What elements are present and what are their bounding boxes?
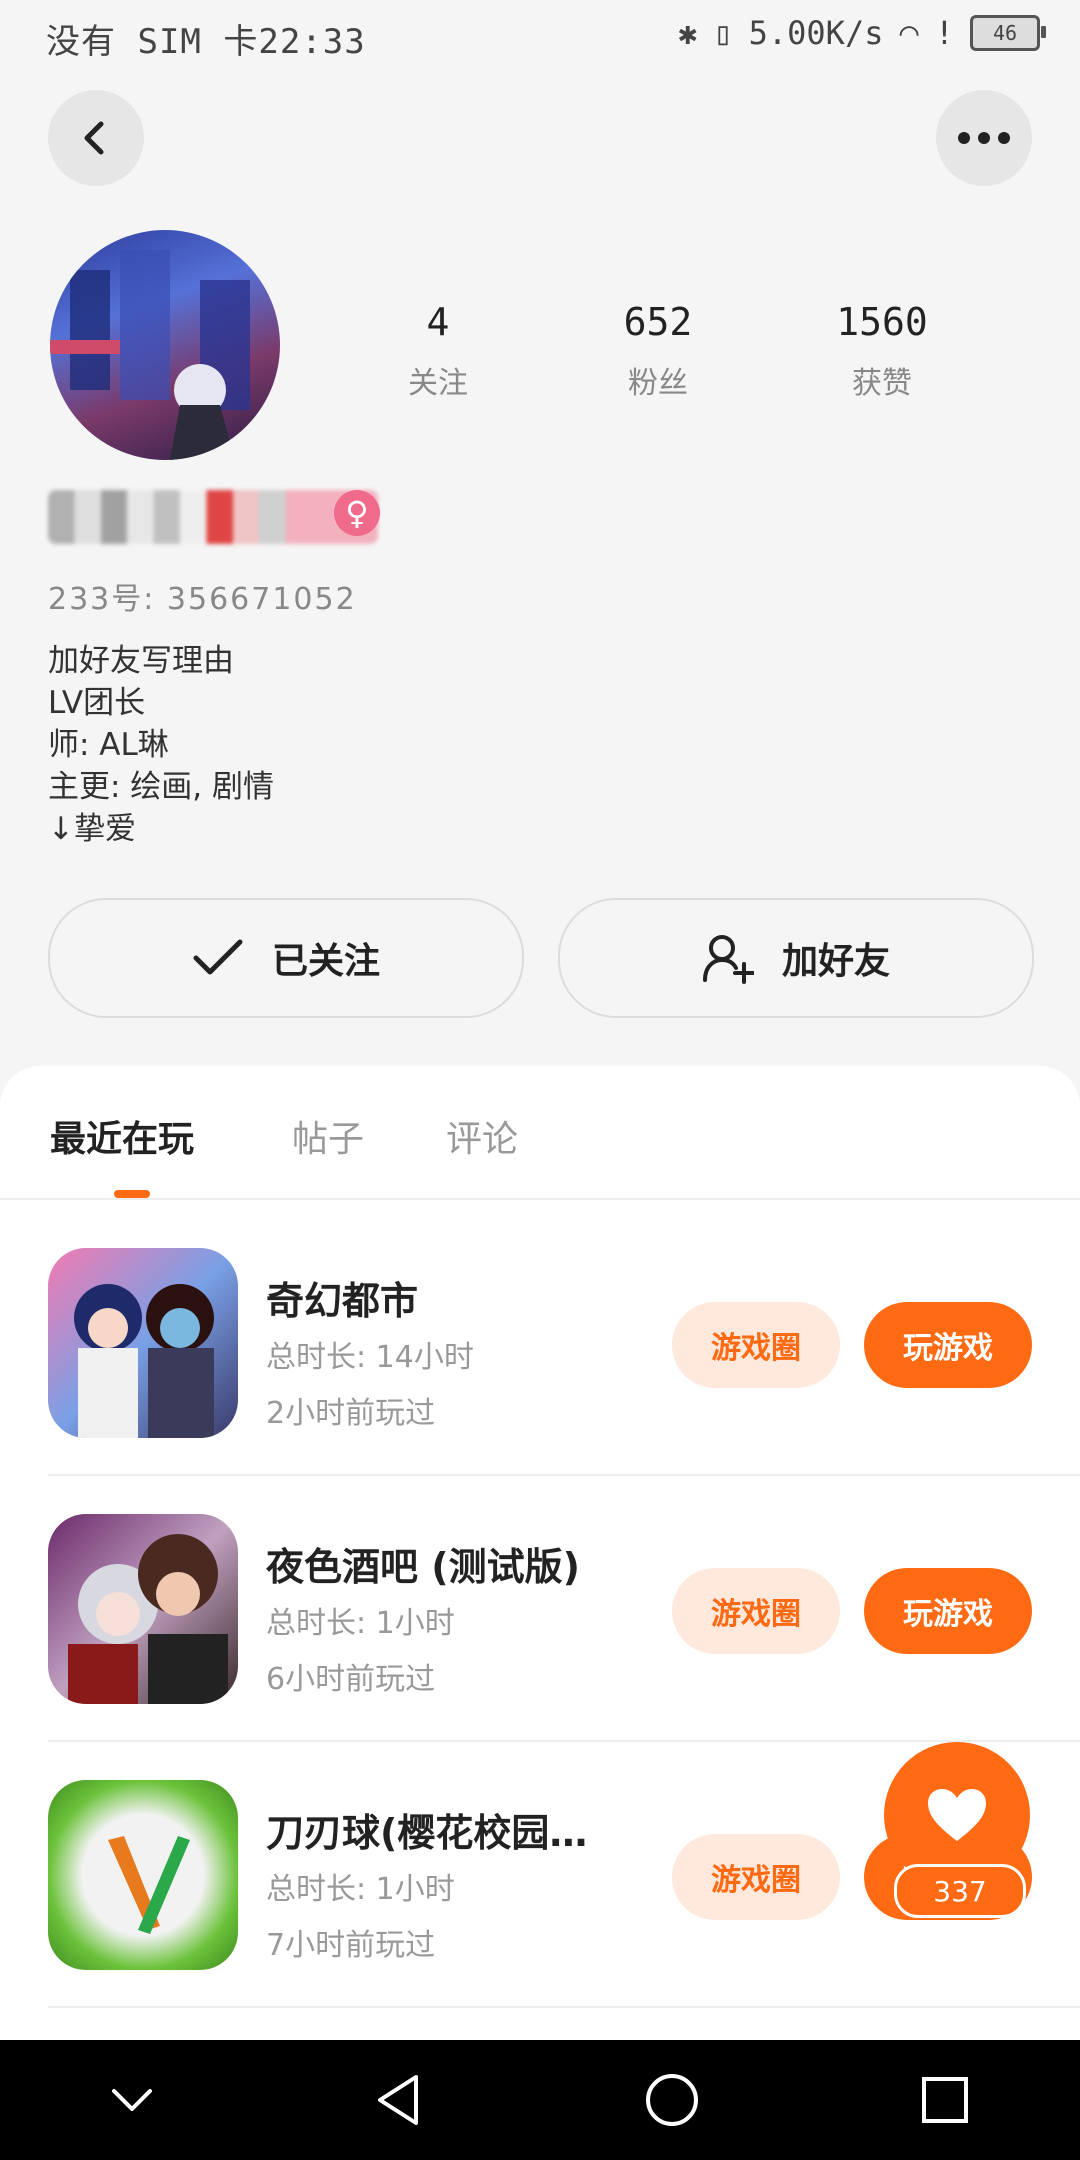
system-nav-bar — [0, 2040, 1080, 2160]
game-icon — [48, 1780, 238, 1970]
game-icon-art — [74, 1284, 214, 1438]
game-circle-button[interactable]: 游戏圈 — [672, 1834, 840, 1920]
followed-button-label: 已关注 — [271, 941, 380, 982]
stat-likes[interactable]: 1560 获赞 — [802, 300, 962, 402]
status-carrier-time: 没有 SIM 卡22:33 — [46, 22, 366, 62]
game-last-played: 6小时前玩过 — [266, 1662, 436, 1697]
play-game-button[interactable]: 玩游戏 — [864, 1568, 1032, 1654]
network-speed: 5.00K/s — [748, 14, 884, 52]
stat-following-number: 4 — [426, 300, 450, 344]
game-icon — [48, 1514, 238, 1704]
bio-line: ↓挚爱 — [48, 811, 136, 847]
stat-likes-number: 1560 — [836, 300, 928, 344]
back-button[interactable] — [48, 90, 144, 186]
more-dots-icon — [958, 132, 1010, 144]
stat-following[interactable]: 4 关注 — [358, 300, 518, 402]
tab-recently-played[interactable]: 最近在玩 — [50, 1110, 194, 1162]
nav-home-icon[interactable] — [644, 2072, 700, 2128]
game-total-time: 总时长: 14小时 — [266, 1340, 474, 1375]
add-friend-icon — [702, 935, 754, 984]
stat-fans-label: 粉丝 — [628, 366, 688, 401]
play-game-button[interactable]: 玩游戏 — [864, 1302, 1032, 1388]
game-circle-button[interactable]: 游戏圈 — [672, 1568, 840, 1654]
game-icon — [48, 1248, 238, 1438]
more-button[interactable] — [936, 90, 1032, 186]
vibrate-icon: ▯ — [713, 14, 733, 52]
tab-active-indicator — [114, 1190, 150, 1198]
game-title: 奇幻都市 — [266, 1279, 419, 1323]
stat-likes-label: 获赞 — [852, 366, 912, 401]
nav-back-icon[interactable] — [374, 2073, 424, 2127]
wifi-icon: ◠ — [899, 14, 919, 52]
game-total-time: 总时长: 1小时 — [266, 1606, 455, 1641]
game-icon-art — [68, 1534, 228, 1704]
game-title: 刀刃球(樱花校园… — [266, 1811, 588, 1855]
user-id: 233号: 356671052 — [48, 582, 357, 617]
stat-following-label: 关注 — [408, 366, 468, 401]
bluetooth-icon: ✱ — [678, 14, 698, 52]
nav-recents-icon[interactable] — [920, 2075, 970, 2125]
alert-icon: ! — [934, 14, 954, 52]
chevron-left-icon — [84, 121, 104, 155]
game-last-played: 7小时前玩过 — [266, 1928, 436, 1963]
status-bar: 没有 SIM 卡22:33 ✱ ▯ 5.00K/s ◠ ! 46 — [0, 0, 1080, 80]
check-icon — [193, 939, 243, 975]
row-divider — [48, 2006, 1080, 2008]
like-count: 337 — [894, 1864, 1026, 1918]
stat-fans-number: 652 — [623, 300, 693, 344]
heart-icon — [928, 1789, 986, 1841]
username-blurred — [48, 490, 378, 544]
female-gender-icon: ♀ — [334, 490, 380, 536]
nav-hide-icon[interactable] — [110, 2085, 154, 2115]
tab-posts[interactable]: 帖子 — [292, 1110, 364, 1162]
bio-line: 主更: 绘画, 剧情 — [48, 769, 275, 805]
stat-fans[interactable]: 652 粉丝 — [578, 300, 738, 402]
game-total-time: 总时长: 1小时 — [266, 1872, 455, 1907]
game-circle-button[interactable]: 游戏圈 — [672, 1302, 840, 1388]
battery-level: 46 — [992, 21, 1018, 45]
add-friend-button[interactable]: 加好友 — [558, 898, 1034, 1018]
user-bio: 加好友写理由 LV团长 师: AL琳 主更: 绘画, 剧情 ↓挚爱 — [48, 640, 274, 850]
add-friend-button-label: 加好友 — [781, 941, 890, 982]
game-icon-art — [108, 1836, 190, 1934]
tab-comments[interactable]: 评论 — [446, 1110, 518, 1162]
tabs-divider — [0, 1198, 1080, 1200]
bio-line: 师: AL琳 — [48, 727, 169, 763]
bio-line: LV团长 — [48, 685, 146, 721]
avatar[interactable] — [50, 230, 280, 460]
followed-button[interactable]: 已关注 — [48, 898, 524, 1018]
game-last-played: 2小时前玩过 — [266, 1396, 436, 1431]
status-icons: ✱ ▯ 5.00K/s ◠ ! 46 — [678, 14, 1046, 52]
battery-icon: 46 — [970, 15, 1046, 51]
bio-line: 加好友写理由 — [48, 643, 234, 679]
game-title: 夜色酒吧 (测试版) — [266, 1545, 580, 1589]
avatar-illustration — [50, 250, 250, 460]
